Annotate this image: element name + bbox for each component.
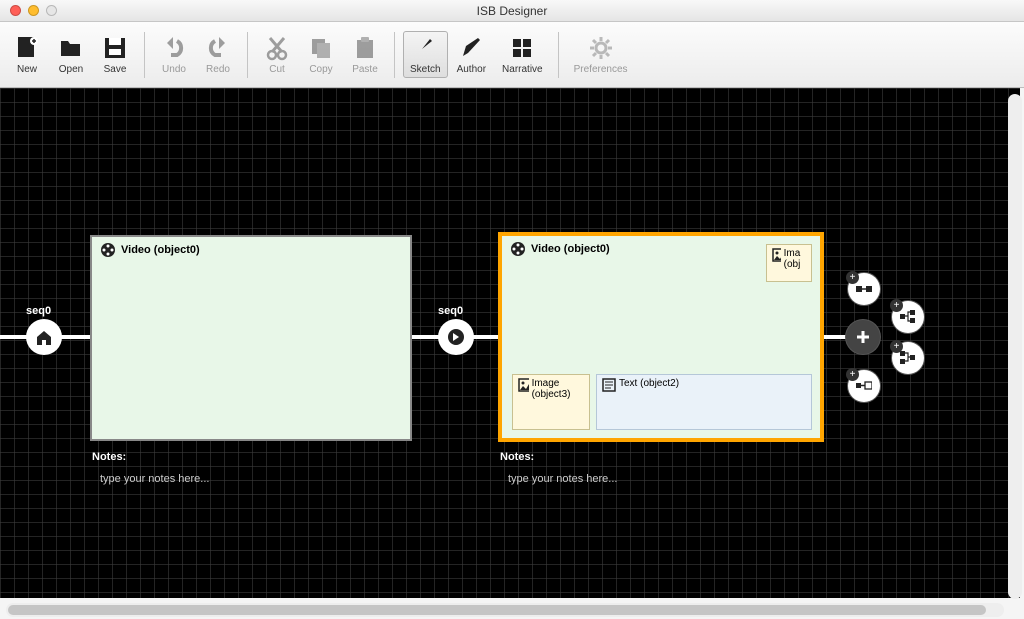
toolbar-separator [144, 32, 145, 78]
plus-badge-icon: + [890, 299, 903, 312]
horizontal-scrollbar[interactable] [6, 603, 1004, 617]
copy-button[interactable]: Copy [300, 31, 342, 78]
notes-label-1: Notes: [92, 451, 126, 463]
undo-button[interactable]: Undo [153, 31, 195, 78]
save-button[interactable]: Save [94, 31, 136, 78]
tree-collapse-icon [900, 351, 916, 365]
add-type1-button[interactable]: + [848, 273, 880, 305]
media-item-ima[interactable]: Ima (obj [766, 244, 812, 282]
seq0-home-node[interactable] [26, 319, 62, 355]
app-title: ISB Designer [0, 4, 1024, 18]
main-toolbar: New Open Save Undo Redo Cut Copy Paste S… [0, 22, 1024, 88]
narrative-button[interactable]: Narrative [495, 31, 550, 78]
plus-badge-icon: + [846, 368, 859, 381]
paste-button[interactable]: Paste [344, 31, 386, 78]
film-reel-icon [510, 241, 526, 257]
toolbar-separator [394, 32, 395, 78]
seq0-arrow-node[interactable] [438, 319, 474, 355]
author-button[interactable]: Author [450, 31, 493, 78]
design-canvas[interactable]: seq0 Video (object0) Notes: type your no… [0, 88, 1020, 598]
media-item-image[interactable]: Image (object3) [512, 374, 590, 430]
close-window-button[interactable] [10, 5, 21, 16]
add-node-button[interactable] [846, 320, 880, 354]
sketch-button[interactable]: Sketch [403, 31, 448, 78]
redo-icon [204, 34, 232, 62]
panel-title: Video (object0) [121, 244, 200, 256]
add-type4-button[interactable]: + [848, 370, 880, 402]
arrow-right-circle-icon [446, 327, 466, 347]
cut-button[interactable]: Cut [256, 31, 298, 78]
plus-badge-icon: + [890, 340, 903, 353]
preferences-button[interactable]: Preferences [567, 31, 635, 78]
vertical-scrollbar[interactable] [1008, 94, 1022, 599]
inline-icon [856, 380, 872, 392]
gear-icon [587, 34, 615, 62]
layout-icon [856, 283, 872, 295]
plus-badge-icon: + [846, 271, 859, 284]
open-button[interactable]: Open [50, 31, 92, 78]
seq0-label-left: seq0 [26, 305, 51, 317]
film-reel-icon [100, 242, 116, 258]
home-icon [34, 327, 54, 347]
new-button[interactable]: New [6, 31, 48, 78]
scrollbar-thumb[interactable] [8, 605, 986, 615]
pencil-icon [457, 34, 485, 62]
panel-title: Video (object0) [531, 243, 610, 255]
copy-icon [307, 34, 335, 62]
notes-input-2[interactable]: type your notes here... [508, 473, 617, 485]
zoom-window-button[interactable] [46, 5, 57, 16]
toolbar-separator [247, 32, 248, 78]
window-title-bar: ISB Designer [0, 0, 1024, 22]
video-panel-1[interactable]: Video (object0) [90, 235, 412, 441]
toolbar-separator [558, 32, 559, 78]
canvas-scroll-area[interactable]: seq0 Video (object0) Notes: type your no… [0, 88, 1024, 619]
text-icon [602, 378, 616, 392]
add-type2-button[interactable]: + [892, 301, 924, 333]
brush-icon [411, 34, 439, 62]
minimize-window-button[interactable] [28, 5, 39, 16]
notes-label-2: Notes: [500, 451, 534, 463]
media-item-text[interactable]: Text (object2) [596, 374, 812, 430]
open-folder-icon [57, 34, 85, 62]
video-panel-2[interactable]: Video (object0) Ima (obj Image (object3)… [498, 232, 824, 442]
image-icon [772, 248, 781, 262]
notes-input-1[interactable]: type your notes here... [100, 473, 209, 485]
undo-icon [160, 34, 188, 62]
add-type3-button[interactable]: + [892, 342, 924, 374]
new-file-icon [13, 34, 41, 62]
tree-icon [900, 310, 916, 324]
seq0-label-right: seq0 [438, 305, 463, 317]
cut-icon [263, 34, 291, 62]
plus-icon [854, 328, 872, 346]
redo-button[interactable]: Redo [197, 31, 239, 78]
grid-icon [508, 34, 536, 62]
save-icon [101, 34, 129, 62]
image-icon [518, 378, 529, 392]
paste-icon [351, 34, 379, 62]
